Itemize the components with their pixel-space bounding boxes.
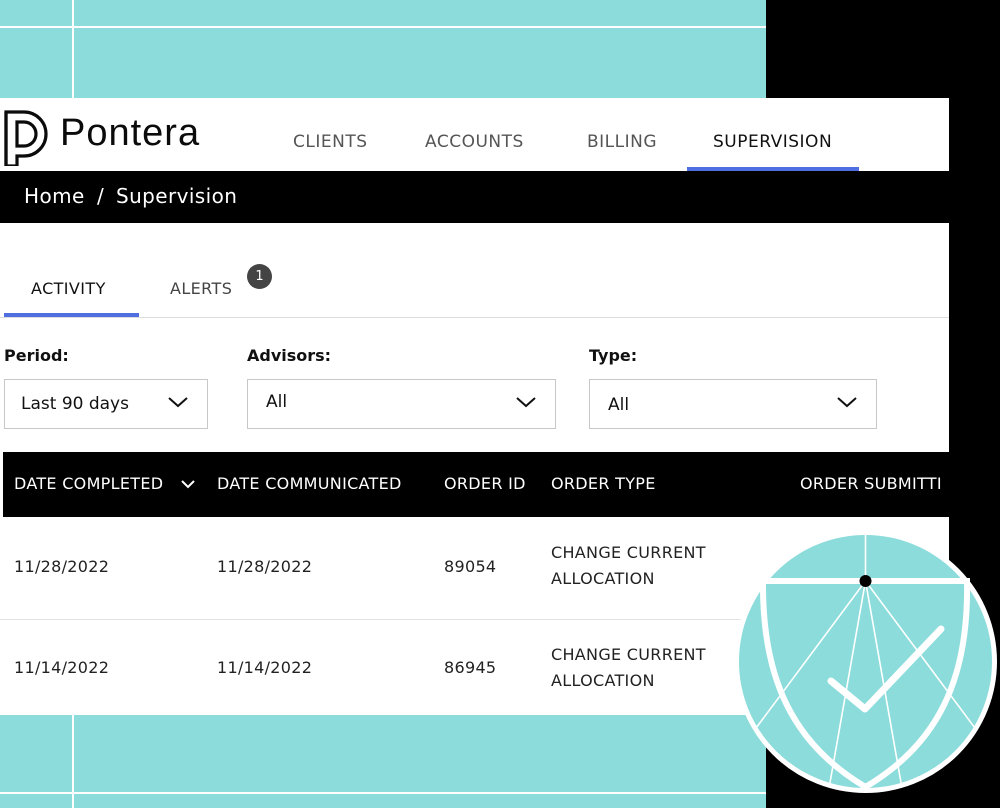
- tab-activity[interactable]: ACTIVITY: [31, 279, 106, 298]
- shield-check-icon: [734, 530, 997, 793]
- pontera-logo-icon: [4, 110, 48, 166]
- brand-name: Pontera: [60, 112, 201, 154]
- col-order-id[interactable]: ORDER ID: [444, 474, 526, 493]
- alerts-count-badge: 1: [247, 264, 272, 289]
- tab-alerts[interactable]: ALERTS: [170, 279, 232, 298]
- nav-clients[interactable]: CLIENTS: [293, 132, 368, 152]
- chevron-down-icon: [168, 397, 188, 408]
- col-date-communicated[interactable]: DATE COMMUNICATED: [217, 474, 402, 493]
- order-type-line-2: ALLOCATION: [551, 569, 655, 588]
- order-type-line-1: CHANGE CURRENT: [551, 645, 706, 664]
- col-order-type[interactable]: ORDER TYPE: [551, 474, 656, 493]
- nav-billing[interactable]: BILLING: [587, 132, 657, 152]
- type-select[interactable]: All: [589, 379, 877, 429]
- cell-date-completed: 11/14/2022: [14, 658, 110, 677]
- advisors-value: All: [266, 392, 288, 412]
- col-date-completed[interactable]: DATE COMPLETED: [14, 474, 163, 493]
- cell-order-type: CHANGE CURRENT ALLOCATION: [551, 642, 706, 694]
- chevron-down-icon: [837, 397, 857, 408]
- breadcrumb-separator: /: [97, 184, 105, 208]
- top-nav: Pontera CLIENTS ACCOUNTS BILLING SUPERVI…: [0, 98, 949, 171]
- nav-accounts[interactable]: ACCOUNTS: [425, 132, 524, 152]
- breadcrumb: Home / Supervision: [0, 171, 949, 223]
- type-value: All: [608, 395, 630, 415]
- sort-chevron-down-icon[interactable]: [181, 479, 195, 489]
- cell-date-completed: 11/28/2022: [14, 557, 110, 576]
- cell-order-id: 89054: [444, 557, 497, 576]
- breadcrumb-home[interactable]: Home: [24, 184, 85, 208]
- breadcrumb-current: Supervision: [116, 184, 238, 208]
- cell-date-communicated: 11/14/2022: [217, 658, 313, 677]
- cell-order-type: CHANGE CURRENT ALLOCATION: [551, 540, 706, 592]
- advisors-label: Advisors:: [247, 346, 332, 365]
- tabs-divider: [0, 317, 949, 318]
- nav-supervision[interactable]: SUPERVISION: [713, 132, 832, 152]
- table-header: DATE COMPLETED DATE COMMUNICATED ORDER I…: [3, 452, 949, 517]
- order-type-line-2: ALLOCATION: [551, 671, 655, 690]
- order-type-line-1: CHANGE CURRENT: [551, 543, 706, 562]
- advisors-select[interactable]: All: [247, 379, 556, 429]
- period-select[interactable]: Last 90 days: [4, 379, 208, 429]
- type-label: Type:: [589, 346, 638, 365]
- col-order-submitted[interactable]: ORDER SUBMITTI: [800, 474, 942, 493]
- period-label: Period:: [4, 346, 69, 365]
- cell-order-id: 86945: [444, 658, 497, 677]
- period-value: Last 90 days: [21, 394, 129, 414]
- chevron-down-icon: [516, 397, 536, 408]
- cell-date-communicated: 11/28/2022: [217, 557, 313, 576]
